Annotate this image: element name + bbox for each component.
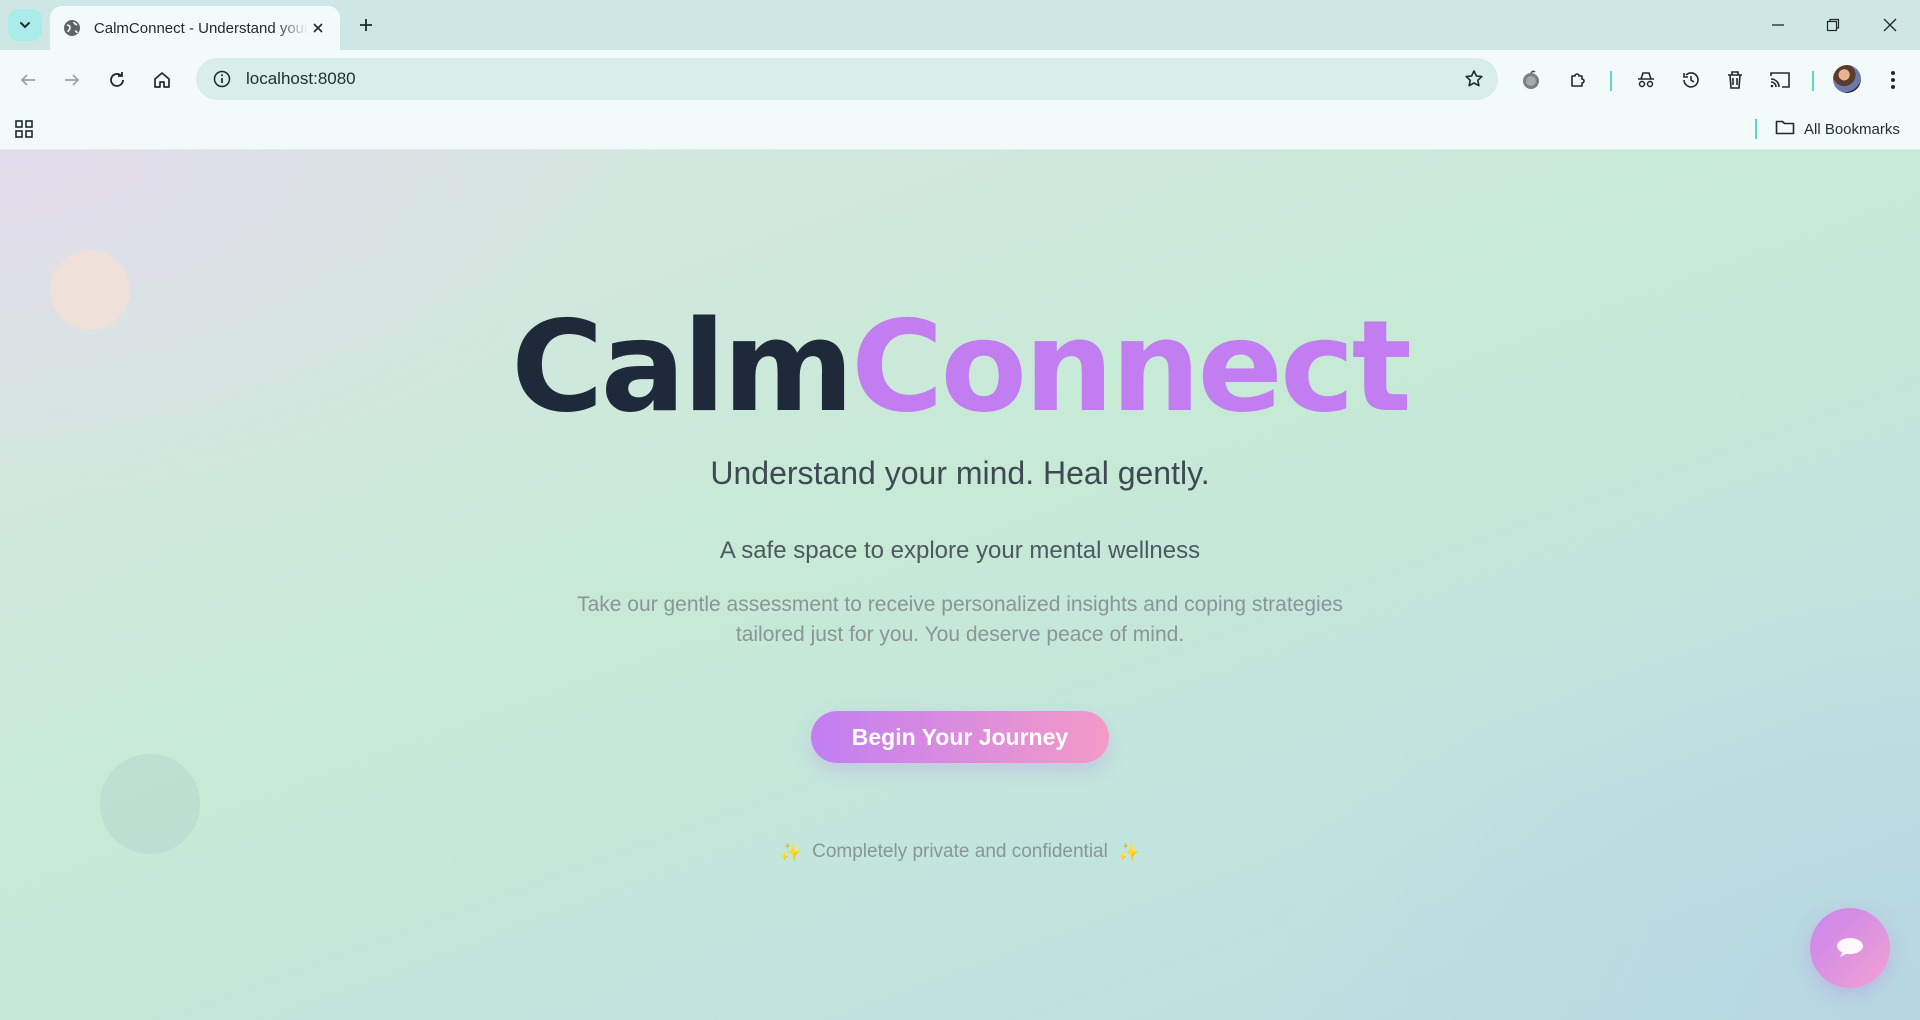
puzzle-icon[interactable] — [1563, 65, 1593, 95]
star-icon[interactable] — [1462, 67, 1486, 91]
back-icon[interactable] — [13, 65, 43, 95]
reload-icon[interactable] — [102, 65, 132, 95]
profile-avatar[interactable] — [1833, 65, 1861, 93]
chat-button[interactable] — [1810, 908, 1890, 988]
url-text: localhost:8080 — [246, 69, 356, 88]
begin-journey-button[interactable]: Begin Your Journey — [811, 711, 1109, 763]
privacy-text: Completely private and confidential — [812, 841, 1108, 862]
restore-icon[interactable] — [1815, 10, 1851, 40]
extension-icon[interactable] — [1516, 65, 1546, 95]
forward-icon[interactable] — [57, 65, 87, 95]
subheading: A safe space to explore your mental well… — [719, 537, 1201, 564]
folder-icon — [1775, 118, 1795, 140]
sparkle-icon: ✨ — [1117, 841, 1141, 862]
title-calm: Calm — [511, 293, 854, 440]
globe-icon — [62, 18, 82, 38]
minimize-icon[interactable] — [1760, 10, 1796, 40]
chevron-down-icon — [20, 22, 30, 29]
privacy-note: ✨ Completely private and confidential ✨ — [0, 841, 1920, 863]
tab-strip: CalmConnect - Understand your mind. Heal… — [0, 0, 1920, 50]
tab-title: CalmConnect - Understand your mind. Heal… — [93, 19, 309, 37]
sparkle-icon: ✨ — [779, 841, 803, 862]
decorative-bubble — [100, 754, 200, 854]
close-icon[interactable] — [308, 18, 328, 38]
home-icon[interactable] — [147, 65, 177, 95]
all-bookmarks-button[interactable]: All Bookmarks — [1775, 116, 1900, 142]
plus-icon[interactable] — [354, 13, 378, 37]
kebab-menu-icon[interactable] — [1878, 65, 1908, 95]
close-window-icon[interactable] — [1872, 10, 1908, 40]
active-tab[interactable]: CalmConnect - Understand your mind. Heal… — [50, 6, 340, 50]
incognito-icon[interactable] — [1631, 65, 1661, 95]
cast-icon[interactable] — [1765, 65, 1795, 95]
info-icon[interactable] — [210, 67, 234, 91]
apps-grid-icon[interactable] — [12, 117, 36, 141]
tab-search-button[interactable] — [8, 9, 42, 41]
address-bar[interactable]: localhost:8080 — [196, 58, 1498, 100]
hero-title: CalmConnect — [0, 297, 1920, 437]
page-content: CalmConnect Understand your mind. Heal g… — [0, 150, 1920, 1020]
all-bookmarks-label: All Bookmarks — [1804, 120, 1900, 138]
bookmarks-bar: All Bookmarks — [0, 108, 1920, 150]
trash-icon[interactable] — [1720, 65, 1750, 95]
tagline: Understand your mind. Heal gently. — [710, 455, 1210, 491]
title-connect: Connect — [851, 293, 1412, 440]
browser-toolbar: localhost:8080 — [0, 50, 1920, 108]
description: Take our gentle assessment to receive pe… — [577, 593, 1343, 646]
history-icon[interactable] — [1676, 65, 1706, 95]
chat-bubble-icon — [1837, 938, 1863, 957]
